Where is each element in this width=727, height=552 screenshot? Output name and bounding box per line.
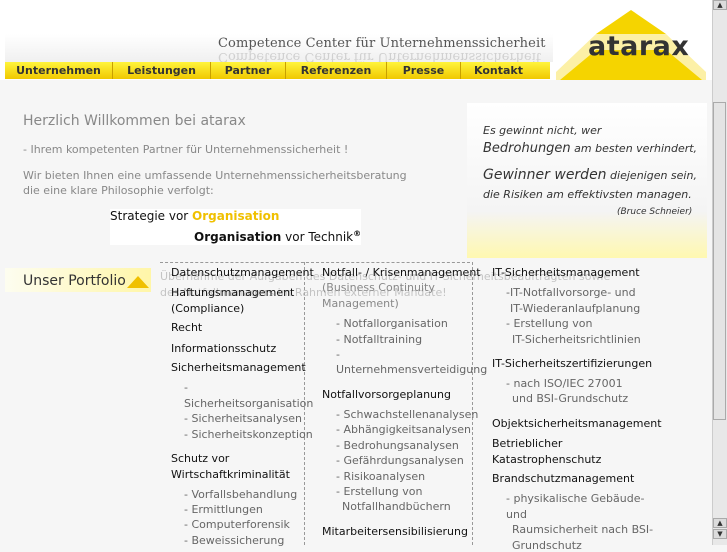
divider bbox=[160, 262, 470, 263]
quote-author: (Bruce Schneier) bbox=[617, 207, 693, 217]
scrollbar-thumb[interactable] bbox=[713, 102, 726, 420]
triangle-icon bbox=[127, 276, 149, 288]
quote-verhindert: am besten verhindert, bbox=[570, 142, 698, 155]
quote-bedrohungen: Bedrohungen bbox=[483, 141, 571, 156]
list-item: - Notfallorganisation bbox=[336, 317, 448, 330]
list-item: - Sicherheitsanalysen bbox=[184, 412, 302, 425]
quote-line-2: Bedrohungen am besten verhindert, bbox=[483, 141, 697, 156]
list-item: - nach ISO/IEC 27001 bbox=[506, 377, 623, 390]
technik-text: vor Technik bbox=[281, 230, 354, 244]
list-item: Grundschutz bbox=[512, 539, 582, 552]
list-item: - Ermittlungen bbox=[184, 503, 263, 516]
list-item: - Beweissicherung bbox=[184, 534, 285, 547]
quote-line-1: Es gewinnt nicht, wer bbox=[483, 124, 602, 137]
list-item: - Bedrohungsanalysen bbox=[336, 439, 459, 452]
list-item: - Erstellung von bbox=[336, 485, 423, 498]
scroll-up-button[interactable]: ▲ bbox=[713, 0, 727, 10]
list-item: - Notfalltraining bbox=[336, 333, 423, 346]
list-item: Unternehmensverteidigung bbox=[336, 363, 488, 376]
list-item: - Sicherheitskonzeption bbox=[184, 428, 313, 441]
quote-box: Es gewinnt nicht, wer Bedrohungen am bes… bbox=[467, 103, 707, 258]
list-item: - physikalische Gebäude- bbox=[506, 492, 645, 505]
list-item: - Risikoanalysen bbox=[336, 470, 426, 483]
link-wirtschaftskriminalitaet[interactable]: Wirtschaftkriminalität bbox=[171, 468, 290, 481]
link-schutz-vor[interactable]: Schutz vor bbox=[171, 452, 229, 465]
intro-line-2: die eine klare Philosophie verfolgt: bbox=[23, 184, 214, 197]
divider bbox=[472, 262, 473, 545]
list-item: IT-Wiederanlaufplanung bbox=[510, 302, 641, 315]
quote-line-3: Gewinner werden diejenigen sein, bbox=[483, 167, 697, 183]
nav-kontakt[interactable]: Kontakt bbox=[461, 62, 536, 79]
link-datenschutzmanagement[interactable]: Datenschutzmanagement bbox=[171, 266, 314, 279]
list-item: - Erstellung von bbox=[506, 317, 593, 330]
logo-text: atarax bbox=[588, 31, 690, 62]
welcome-heading: Herzlich Willkommen bei atarax bbox=[23, 113, 246, 129]
link-betrieblicher[interactable]: Betrieblicher bbox=[492, 437, 562, 450]
list-item: -IT-Notfallvorsorge- und bbox=[506, 286, 636, 299]
intro-line-1: Wir bieten Ihnen eine umfassende Unterne… bbox=[23, 169, 407, 182]
list-item: - Gefährdungsanalysen bbox=[336, 454, 464, 467]
list-item: - Vorfallsbehandlung bbox=[184, 488, 298, 501]
link-informationsschutz[interactable]: Informationsschutz bbox=[171, 342, 276, 355]
list-item: Management) bbox=[322, 297, 399, 310]
list-item: und bbox=[506, 508, 527, 521]
list-item: Notfallhandbüchern bbox=[342, 500, 451, 513]
main-nav: Unternehmen Leistungen Partner Referenze… bbox=[5, 62, 550, 79]
list-item: IT-Sicherheitsrichtlinien bbox=[512, 333, 641, 346]
scroll-down-button-2[interactable]: ▼ bbox=[713, 529, 727, 539]
list-item: Sicherheitsorganisation bbox=[184, 397, 314, 410]
quote-line-4: die Risiken am effektivsten managen. bbox=[483, 188, 692, 201]
list-item: - bbox=[184, 381, 188, 394]
link-brandschutzmanagement[interactable]: Brandschutzmanagement bbox=[492, 472, 634, 485]
quote-diejenigen: diejenigen sein, bbox=[606, 169, 697, 182]
link-notfall-krisenmanagement[interactable]: Notfall- / Krisenmanagement bbox=[322, 266, 481, 279]
nav-unternehmen[interactable]: Unternehmen bbox=[5, 62, 113, 79]
registered-mark: ® bbox=[353, 229, 362, 238]
list-item: - Schwachstellenanalysen bbox=[336, 408, 479, 421]
welcome-partner: - Ihrem kompetenten Partner für Unterneh… bbox=[23, 143, 349, 156]
scroll-down-button[interactable]: ▲ bbox=[713, 518, 727, 528]
portfolio-label: Unser Portfolio bbox=[23, 273, 126, 289]
link-compliance[interactable]: (Compliance) bbox=[171, 302, 244, 315]
list-item: (Business Continuity bbox=[322, 281, 435, 294]
link-it-sicherheitszertifizierungen[interactable]: IT-Sicherheitszertifizierungen bbox=[492, 357, 652, 370]
list-item: - Computerforensik bbox=[184, 518, 290, 531]
list-item: - Abhängigkeitsanalysen bbox=[336, 423, 472, 436]
list-item: - bbox=[336, 348, 340, 361]
strategy-text: Strategie vor bbox=[110, 209, 193, 223]
organisation-text: Organisation bbox=[194, 230, 282, 244]
link-haftungsmanagement[interactable]: Haftungsmanagement bbox=[171, 286, 294, 299]
link-notfallvorsorgeplanung[interactable]: Notfallvorsorgeplanung bbox=[322, 388, 451, 401]
link-mitarbeitersensibilisierung[interactable]: Mitarbeitersensibilisierung bbox=[322, 525, 468, 538]
nav-partner[interactable]: Partner bbox=[211, 62, 286, 79]
nav-referenzen[interactable]: Referenzen bbox=[286, 62, 387, 79]
nav-presse[interactable]: Presse bbox=[387, 62, 461, 79]
nav-leistungen[interactable]: Leistungen bbox=[113, 62, 211, 79]
link-katastrophenschutz[interactable]: Katastrophenschutz bbox=[492, 453, 601, 466]
link-recht[interactable]: Recht bbox=[171, 321, 202, 334]
link-it-sicherheitsmanagement[interactable]: IT-Sicherheitsmanagement bbox=[492, 266, 640, 279]
list-item: und BSI-Grundschutz bbox=[512, 392, 629, 405]
quote-gewinner: Gewinner werden bbox=[483, 167, 607, 183]
link-sicherheitsmanagement[interactable]: Sicherheitsmanagement bbox=[171, 361, 306, 374]
link-objektsicherheitsmanagement[interactable]: Objektsicherheitsmanagement bbox=[492, 417, 662, 430]
organisation-highlight: Organisation bbox=[192, 209, 280, 223]
list-item: Raumsicherheit nach BSI- bbox=[512, 523, 654, 536]
philosophy-box: Strategie vor Organisation Organisation … bbox=[110, 209, 361, 245]
